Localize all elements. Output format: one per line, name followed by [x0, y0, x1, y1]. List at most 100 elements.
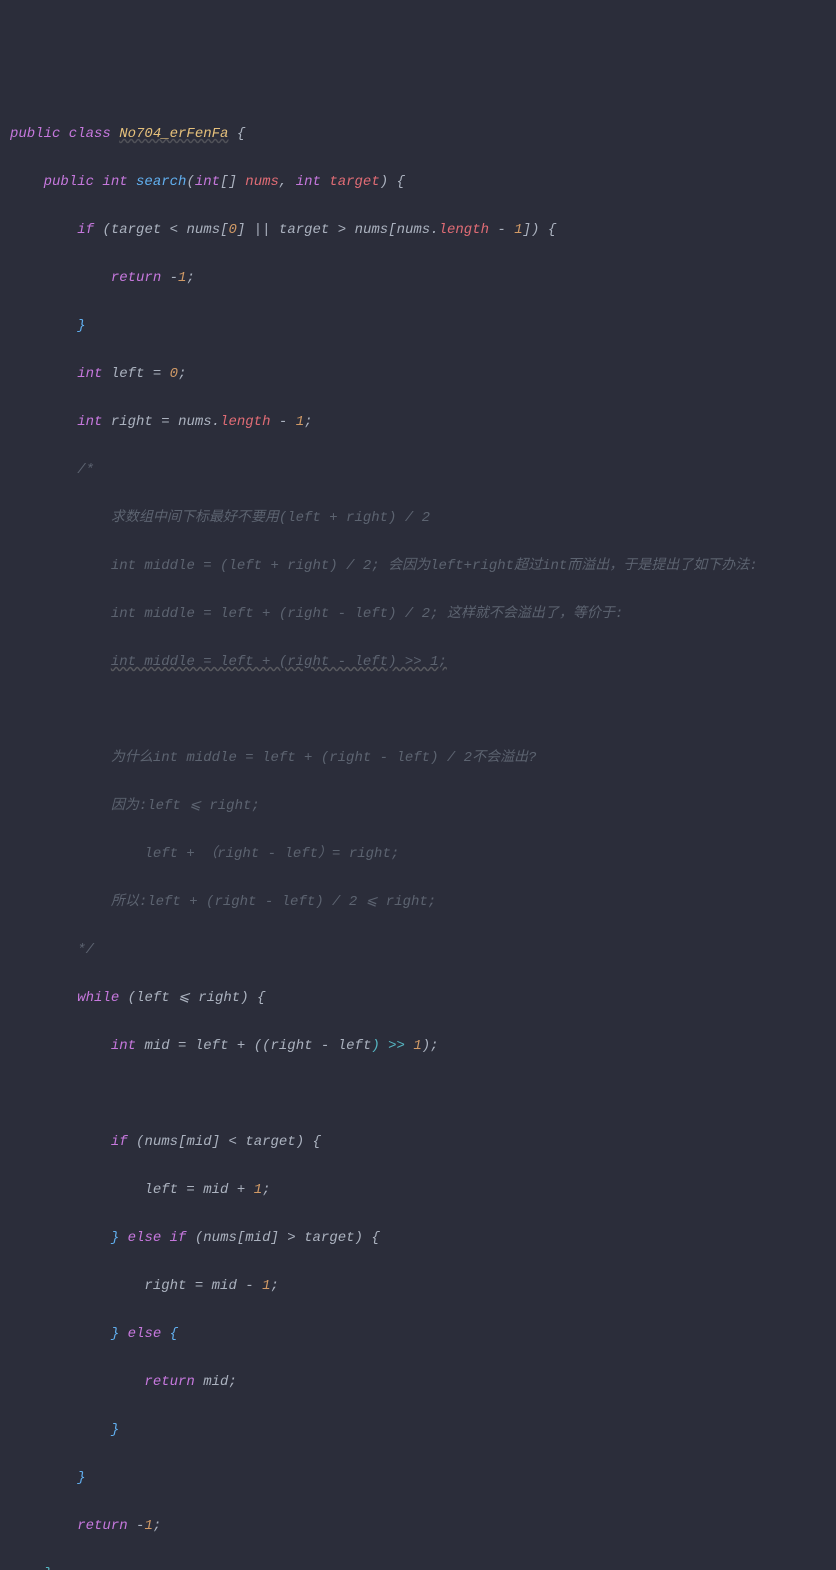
number: 1 [296, 414, 304, 430]
var: left [195, 1038, 229, 1054]
var: mid [212, 1278, 237, 1294]
type: int [296, 174, 330, 190]
keyword: if [111, 1134, 136, 1150]
op: < [161, 222, 186, 238]
keyword: while [77, 990, 127, 1006]
code-line[interactable]: /* [10, 458, 836, 482]
brace: { [170, 1326, 178, 1342]
brace: } [111, 1422, 119, 1438]
type: int [111, 1038, 145, 1054]
var: target [279, 222, 329, 238]
var: nums [355, 222, 389, 238]
brace: } [111, 1326, 128, 1342]
code-line[interactable]: return -1; [10, 1514, 836, 1538]
var: nums [178, 414, 212, 430]
type: int [77, 366, 111, 382]
code-line[interactable]: } [10, 1466, 836, 1490]
number: 0 [170, 366, 178, 382]
code-line[interactable]: 所以:left + (right - left) / 2 ⩽ right; [10, 890, 836, 914]
code-line[interactable] [10, 1082, 836, 1106]
var: target [304, 1230, 354, 1246]
code-line[interactable]: if (nums[mid] < target) { [10, 1130, 836, 1154]
type: int [195, 174, 220, 190]
punct: ( [128, 990, 136, 1006]
comment: 所以:left + (right - left) / 2 ⩽ right; [111, 894, 436, 910]
punct: ; [262, 1182, 270, 1198]
code-line[interactable]: } else if (nums[mid] > target) { [10, 1226, 836, 1250]
code-line[interactable]: 因为:left ⩽ right; [10, 794, 836, 818]
comment: int middle = left + (right - left) / 2; … [111, 606, 623, 622]
var: mid [203, 1182, 228, 1198]
keyword: else if [128, 1230, 195, 1246]
var: mid [144, 1038, 169, 1054]
number: 1 [514, 222, 522, 238]
brace: } [77, 1470, 85, 1486]
comment: /* [77, 462, 94, 478]
code-line[interactable]: } else { [10, 1322, 836, 1346]
op: ) >> [371, 1038, 413, 1054]
code-line[interactable]: right = mid - 1; [10, 1274, 836, 1298]
code-line[interactable]: int mid = left + ((right - left) >> 1); [10, 1034, 836, 1058]
code-line[interactable] [10, 698, 836, 722]
code-line[interactable]: } [10, 1418, 836, 1442]
punct: ; [271, 1278, 279, 1294]
code-line[interactable]: return mid; [10, 1370, 836, 1394]
op: - [489, 222, 514, 238]
op: = [170, 1038, 195, 1054]
code-line[interactable]: int middle = (left + right) / 2; 会因为left… [10, 554, 836, 578]
op: - [313, 1038, 338, 1054]
op: - [237, 1278, 262, 1294]
op: - [136, 1518, 144, 1534]
code-line[interactable]: left = mid + 1; [10, 1178, 836, 1202]
param: target [329, 174, 379, 190]
code-editor[interactable]: public class No704_erFenFa { public int … [0, 96, 836, 1570]
code-line[interactable]: left + （right - left）= right; [10, 842, 836, 866]
number: 1 [254, 1182, 262, 1198]
punct: , [279, 174, 296, 190]
punct: ) { [296, 1134, 321, 1150]
code-line[interactable]: public class No704_erFenFa { [10, 122, 836, 146]
keyword: public [44, 174, 103, 190]
punct: ) { [380, 174, 405, 190]
code-line[interactable]: while (left ⩽ right) { [10, 986, 836, 1010]
var: nums [186, 222, 220, 238]
punct: ] > [271, 1230, 305, 1246]
type: int [77, 414, 111, 430]
comment: int middle = left + (right - left) >> 1; [111, 654, 447, 670]
keyword: return [77, 1518, 136, 1534]
var: mid [245, 1230, 270, 1246]
code-line[interactable]: if (target < nums[0] || target > nums[nu… [10, 218, 836, 242]
keyword: return [144, 1374, 203, 1390]
code-line[interactable]: return -1; [10, 266, 836, 290]
var: nums [203, 1230, 237, 1246]
op: = [144, 366, 169, 382]
bracket: [ [388, 222, 396, 238]
bracket: [ [237, 1230, 245, 1246]
op: > [329, 222, 354, 238]
code-line[interactable]: int right = nums.length - 1; [10, 410, 836, 434]
code-line[interactable]: public int search(int[] nums, int target… [10, 170, 836, 194]
punct: ( [136, 1134, 144, 1150]
keyword: public class [10, 126, 119, 142]
var: right [144, 1278, 186, 1294]
code-line[interactable]: */ [10, 938, 836, 962]
class-name: No704_erFenFa [119, 126, 228, 142]
var: nums [144, 1134, 178, 1150]
number: 1 [262, 1278, 270, 1294]
op: ⩽ [170, 990, 199, 1006]
code-line[interactable]: 求数组中间下标最好不要用(left + right) / 2 [10, 506, 836, 530]
punct: ] < [212, 1134, 246, 1150]
brace: } [111, 1230, 128, 1246]
number: 0 [229, 222, 237, 238]
code-line[interactable]: int middle = left + (right - left) / 2; … [10, 602, 836, 626]
comment: 求数组中间下标最好不要用(left + right) / 2 [111, 510, 430, 526]
code-line[interactable]: int middle = left + (right - left) >> 1; [10, 650, 836, 674]
var: right [198, 990, 240, 1006]
code-line[interactable]: } [10, 314, 836, 338]
code-line[interactable]: int left = 0; [10, 362, 836, 386]
brace: } [77, 318, 85, 334]
code-line[interactable]: 为什么int middle = left + (right - left) / … [10, 746, 836, 770]
code-line[interactable]: } [10, 1562, 836, 1570]
var: nums [397, 222, 431, 238]
comment: 因为:left ⩽ right; [111, 798, 260, 814]
